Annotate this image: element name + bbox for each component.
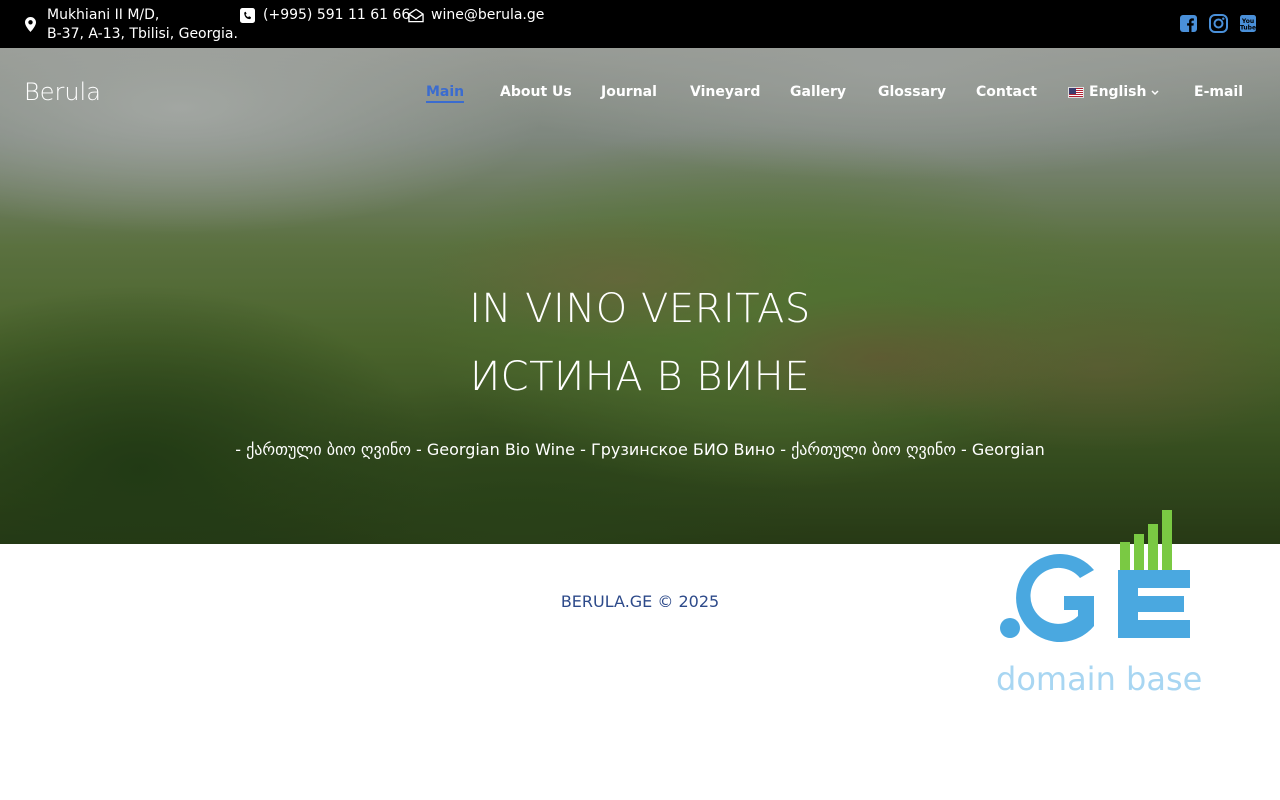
language-selector[interactable]: English	[1068, 84, 1159, 100]
address: Mukhiani II M/D, B-37, A-13, Tbilisi, Ge…	[22, 6, 238, 44]
nav-gallery[interactable]: Gallery	[790, 84, 846, 100]
nav-glossary[interactable]: Glossary	[878, 84, 946, 100]
main-nav: Main About Us Journal Vineyard Gallery G…	[0, 84, 1280, 108]
language-label: English	[1089, 84, 1147, 100]
youtube-icon[interactable]: You Tube	[1238, 13, 1258, 33]
social-links: You Tube	[1178, 13, 1258, 33]
svg-text:Tube: Tube	[1240, 24, 1256, 31]
nav-about-us[interactable]: About Us	[500, 84, 572, 100]
instagram-icon[interactable]	[1208, 13, 1228, 33]
nav-journal[interactable]: Journal	[601, 84, 657, 100]
nav-contact[interactable]: Contact	[976, 84, 1037, 100]
phone-square-icon	[239, 7, 255, 23]
facebook-icon[interactable]	[1178, 13, 1198, 33]
hero-ticker: - ქართული ბიო ღვინო - Georgian Bio Wine …	[235, 440, 1045, 459]
email[interactable]: wine@berula.ge	[408, 6, 544, 24]
domain-base-label: domain base	[996, 660, 1203, 698]
phone[interactable]: (+995) 591 11 61 66	[239, 6, 410, 24]
hero-banner: Berula Main About Us Journal Vineyard Ga…	[0, 48, 1280, 544]
top-bar: Mukhiani II M/D, B-37, A-13, Tbilisi, Ge…	[0, 0, 1280, 48]
chevron-down-icon	[1151, 84, 1159, 100]
nav-main[interactable]: Main	[426, 84, 465, 103]
nav-email[interactable]: E-mail	[1194, 84, 1243, 100]
hero-headline-russian: ИСТИНА В ВИНЕ	[469, 354, 811, 400]
us-flag-icon	[1068, 86, 1084, 98]
hero-headline-latin: IN VINO VERITAS	[469, 286, 811, 332]
address-line-2: B-37, A-13, Tbilisi, Georgia.	[47, 26, 238, 42]
map-marker-icon	[22, 16, 38, 32]
email-address[interactable]: wine@berula.ge	[431, 6, 544, 24]
envelope-open-icon	[408, 7, 424, 23]
address-line-1: Mukhiani II M/D,	[47, 7, 160, 23]
nav-vineyard[interactable]: Vineyard	[690, 84, 760, 100]
phone-number[interactable]: (+995) 591 11 61 66	[263, 6, 410, 24]
